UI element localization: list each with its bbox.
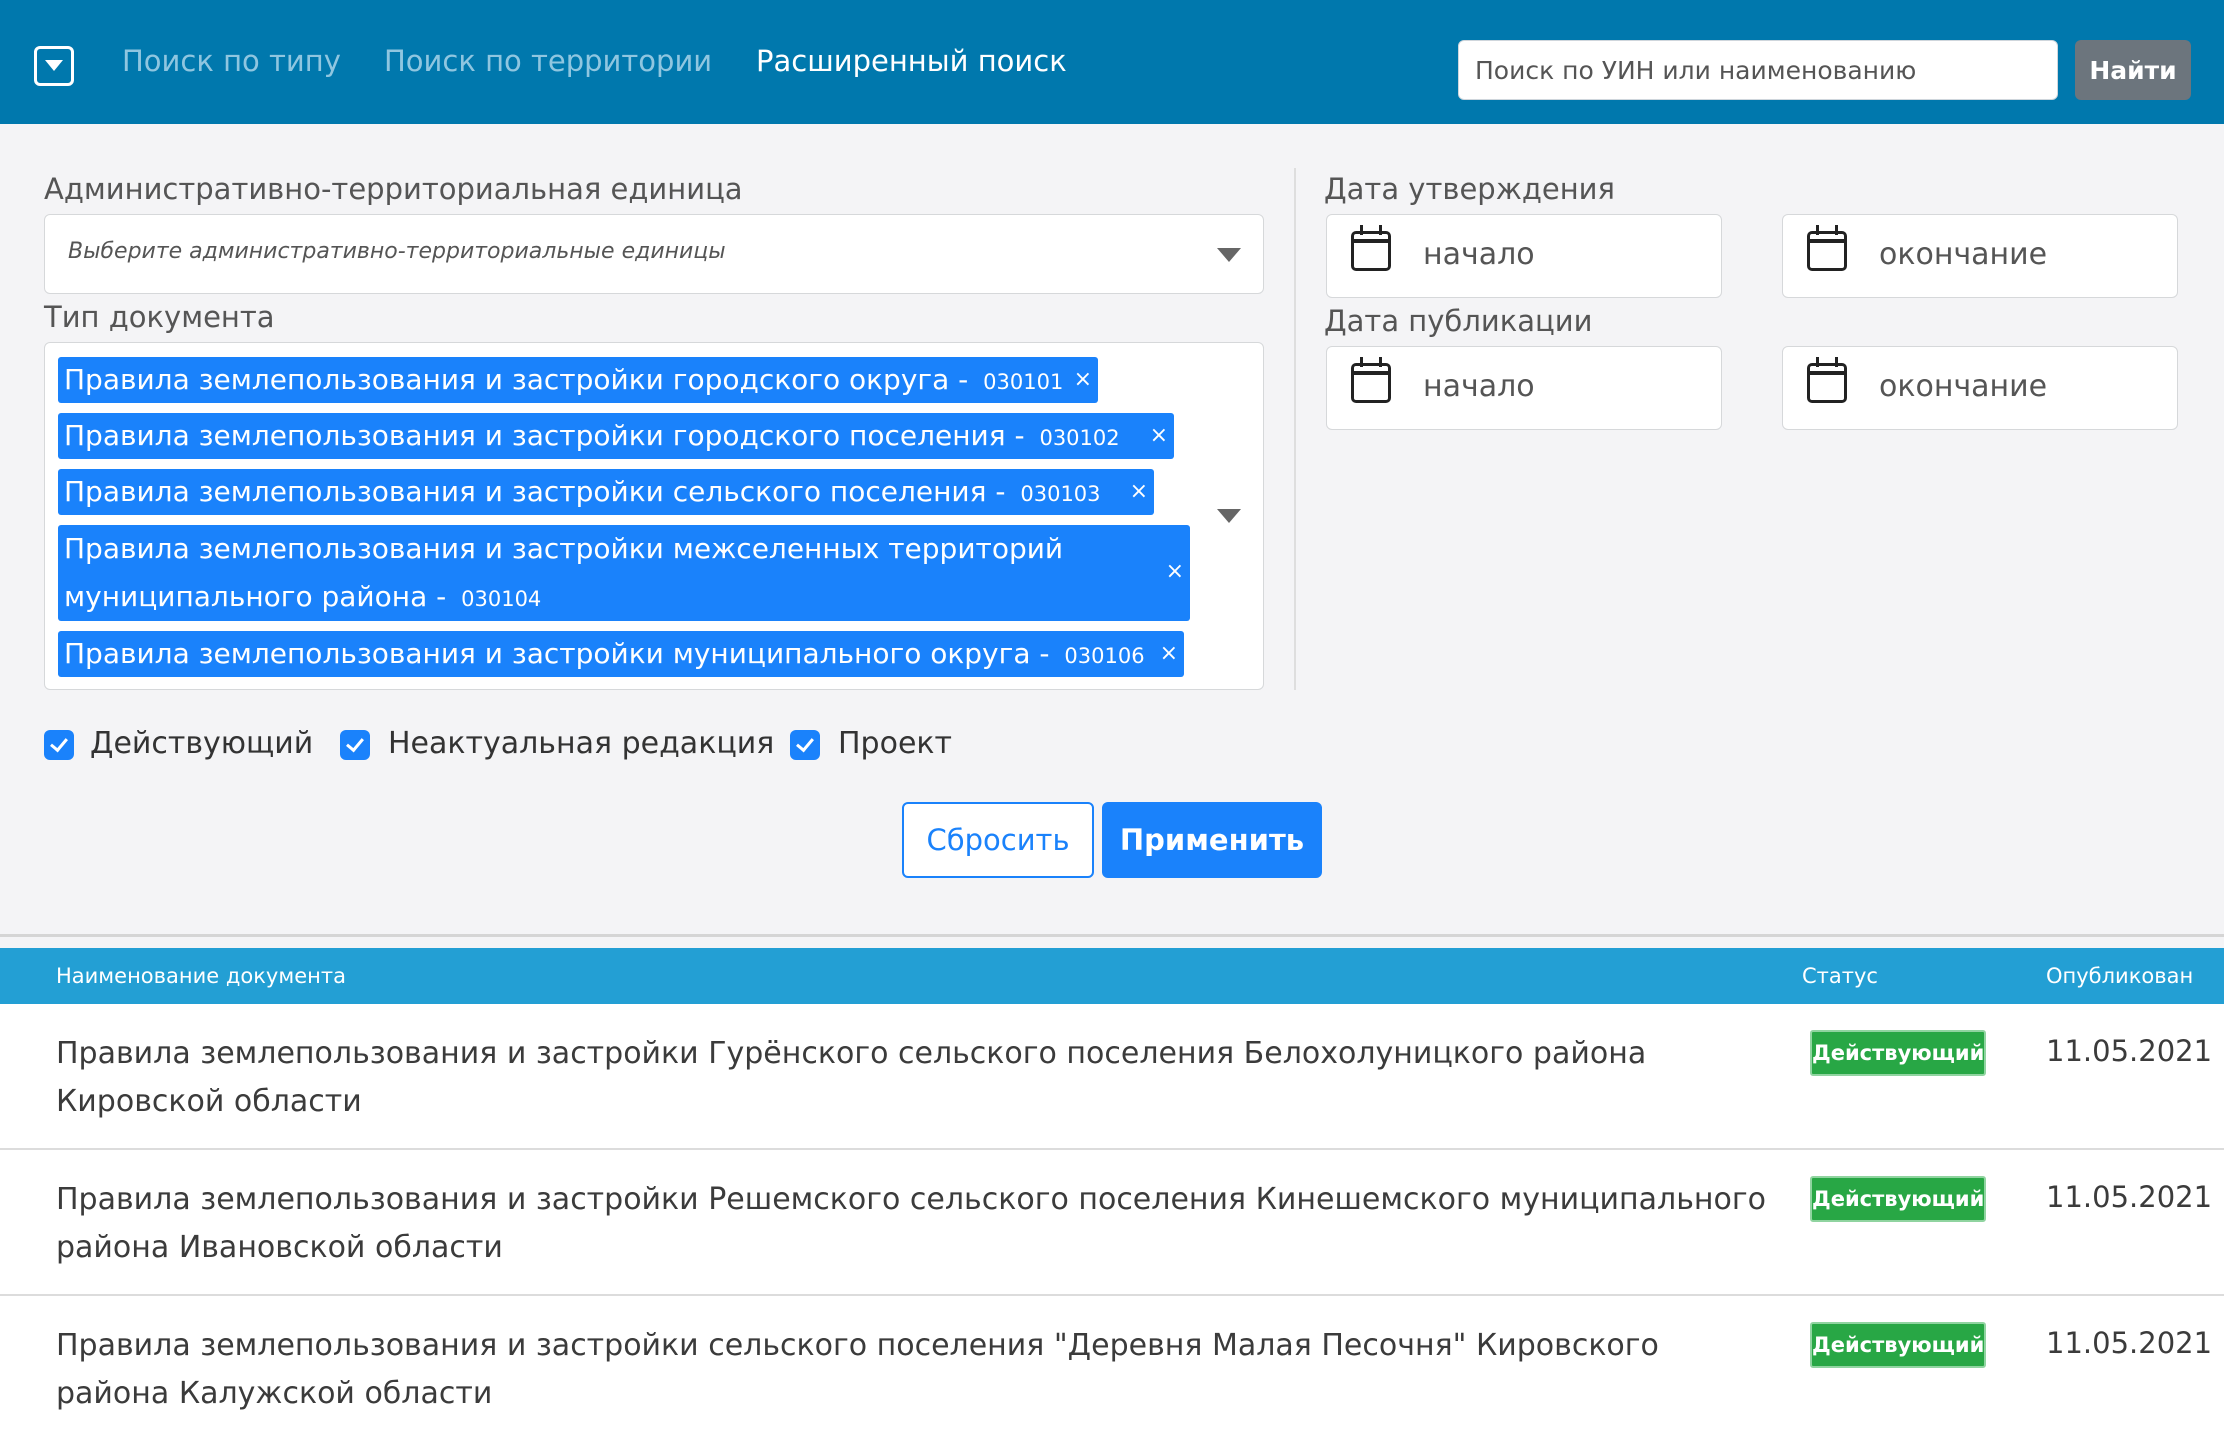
calendar-icon [1351,357,1391,403]
calendar-icon [1807,357,1847,403]
status-active-checkbox[interactable] [44,730,74,760]
published-date: 11.05.2021 [2046,1034,2213,1068]
tab-advanced-search[interactable]: Расширенный поиск [756,44,1067,78]
filters-divider [1294,168,1296,690]
status-badge: Действующий [1810,1030,1986,1076]
calendar-icon [1807,225,1847,271]
top-navbar: Поиск по типу Поиск по территории Расшир… [0,0,2224,124]
remove-tag-icon[interactable]: × [1130,469,1148,515]
date-placeholder: начало [1423,237,1535,272]
calendar-icon [1351,225,1391,271]
column-header-published[interactable]: Опубликован [2046,964,2193,988]
column-header-name[interactable]: Наименование документа [56,964,346,988]
admin-unit-placeholder: Выберите административно-территориальные… [68,239,726,264]
chevron-down-icon [1217,248,1241,262]
chevron-down-icon [1217,509,1241,523]
tag-label: Правила землепользования и застройки меж… [64,532,1064,613]
approval-date-end[interactable]: окончание [1782,214,2178,298]
tag-code: 030106 [1064,644,1145,668]
status-outdated-label[interactable]: Неактуальная редакция [388,726,774,761]
tag-label: Правила землепользования и застройки гор… [64,363,978,396]
date-placeholder: начало [1423,369,1535,404]
publication-date-end[interactable]: окончание [1782,346,2178,430]
document-title[interactable]: Правила землепользования и застройки Гур… [56,1030,1776,1126]
remove-tag-icon[interactable]: × [1166,549,1184,595]
document-title[interactable]: Правила землепользования и застройки Реш… [56,1176,1776,1272]
doc-type-tag: Правила землепользования и застройки мун… [58,631,1184,677]
status-draft-label[interactable]: Проект [838,726,952,761]
publication-date-start[interactable]: начало [1326,346,1722,430]
approval-date-start[interactable]: начало [1326,214,1722,298]
doc-type-select[interactable]: Правила землепользования и застройки гор… [44,342,1264,690]
doc-type-tag: Правила землепользования и застройки гор… [58,357,1098,403]
results-table-header: Наименование документа Статус Опубликова… [0,948,2224,1004]
date-placeholder: окончание [1879,237,2048,272]
admin-unit-label: Административно-территориальная единица [44,172,743,206]
section-divider [0,934,2224,937]
doc-type-label: Тип документа [44,300,275,334]
admin-unit-select[interactable]: Выберите административно-территориальные… [44,214,1264,294]
doc-type-tag: Правила землепользования и застройки сел… [58,469,1154,515]
table-row[interactable]: Правила землепользования и застройки сел… [0,1296,2224,1444]
tab-search-by-type[interactable]: Поиск по типу [122,44,341,78]
tag-label: Правила землепользования и застройки сел… [64,475,1015,508]
apply-button[interactable]: Применить [1102,802,1322,878]
remove-tag-icon[interactable]: × [1150,413,1168,459]
tag-label: Правила землепользования и застройки гор… [64,419,1034,452]
status-outdated-checkbox[interactable] [340,730,370,760]
date-placeholder: окончание [1879,369,2048,404]
status-badge: Действующий [1810,1322,1986,1368]
status-active-label[interactable]: Действующий [90,726,313,761]
tag-code: 030104 [461,587,542,611]
tab-search-by-territory[interactable]: Поиск по территории [384,44,712,78]
reset-button[interactable]: Сбросить [902,802,1094,878]
doc-type-tag: Правила землепользования и застройки гор… [58,413,1174,459]
remove-tag-icon[interactable]: × [1160,631,1178,677]
tag-code: 030102 [1039,426,1120,450]
tag-label: Правила землепользования и застройки мун… [64,637,1059,670]
publication-date-label: Дата публикации [1324,304,1593,338]
menu-toggle-icon[interactable] [34,46,74,86]
tag-code: 030103 [1020,482,1101,506]
find-button[interactable]: Найти [2075,40,2191,100]
table-row[interactable]: Правила землепользования и застройки Гур… [0,1004,2224,1150]
published-date: 11.05.2021 [2046,1180,2213,1214]
uin-search-input[interactable] [1458,40,2058,100]
doc-type-tag: Правила землепользования и застройки меж… [58,525,1190,621]
column-header-status[interactable]: Статус [1802,964,1878,988]
approval-date-label: Дата утверждения [1324,172,1615,206]
document-title[interactable]: Правила землепользования и застройки сел… [56,1322,1776,1418]
remove-tag-icon[interactable]: × [1074,357,1092,403]
table-row[interactable]: Правила землепользования и застройки Реш… [0,1150,2224,1296]
published-date: 11.05.2021 [2046,1326,2213,1360]
status-badge: Действующий [1810,1176,1986,1222]
tag-code: 030101 [983,370,1064,394]
status-draft-checkbox[interactable] [790,730,820,760]
